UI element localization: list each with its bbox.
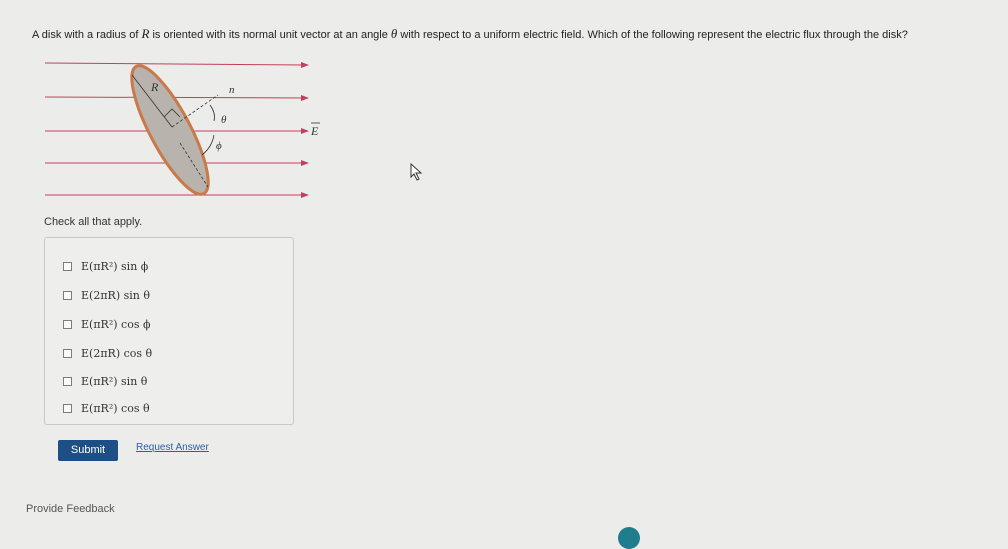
option-label: E(πR²) cos θ — [81, 402, 150, 415]
label-theta: θ — [221, 114, 227, 126]
field-line — [44, 61, 309, 68]
field-line — [44, 94, 309, 101]
option-2[interactable]: E(2πR) sin θ — [63, 289, 150, 302]
checkbox[interactable] — [63, 262, 72, 271]
option-label: E(2πR) sin θ — [81, 289, 150, 302]
checkbox[interactable] — [63, 377, 72, 386]
submit-button[interactable]: Submit — [58, 440, 118, 461]
check-all-instruction: Check all that apply. — [44, 216, 143, 228]
option-label: E(πR²) sin θ — [81, 375, 148, 388]
option-5[interactable]: E(πR²) sin θ — [63, 375, 147, 388]
question-part: is oriented with its normal unit vector … — [149, 29, 391, 41]
label-phi: ϕ — [216, 140, 222, 152]
options-list: E(πR²) sin ϕ E(2πR) sin θ E(πR²) cos ϕ E… — [44, 237, 294, 425]
provide-feedback-link[interactable]: Provide Feedback — [26, 503, 115, 515]
question-text: A disk with a radius of R is oriented wi… — [32, 26, 992, 42]
label-e: E — [310, 124, 319, 138]
question-part: with respect to a uniform electric field… — [397, 29, 908, 41]
disk — [130, 64, 210, 196]
request-answer-link[interactable]: Request Answer — [136, 442, 209, 453]
checkbox[interactable] — [63, 320, 72, 329]
option-label: E(2πR) cos θ — [81, 347, 153, 360]
checkbox[interactable] — [63, 404, 72, 413]
option-4[interactable]: E(2πR) cos θ — [63, 347, 152, 360]
label-n: n — [229, 84, 235, 96]
option-3[interactable]: E(πR²) cos ϕ — [63, 318, 150, 331]
pearson-logo-icon — [618, 527, 640, 549]
option-1[interactable]: E(πR²) sin ϕ — [63, 260, 148, 273]
label-r: R — [150, 80, 159, 94]
disk-field-diagram: R n θ ϕ E — [44, 61, 320, 198]
mouse-cursor-icon — [410, 163, 423, 181]
checkbox[interactable] — [63, 291, 72, 300]
option-label: E(πR²) cos ϕ — [81, 318, 151, 331]
question-part: A disk with a radius of — [32, 29, 142, 41]
checkbox[interactable] — [63, 349, 72, 358]
option-6[interactable]: E(πR²) cos θ — [63, 402, 150, 415]
option-label: E(πR²) sin ϕ — [81, 260, 149, 273]
phi-arc — [201, 134, 215, 156]
theta-arc — [209, 104, 215, 122]
